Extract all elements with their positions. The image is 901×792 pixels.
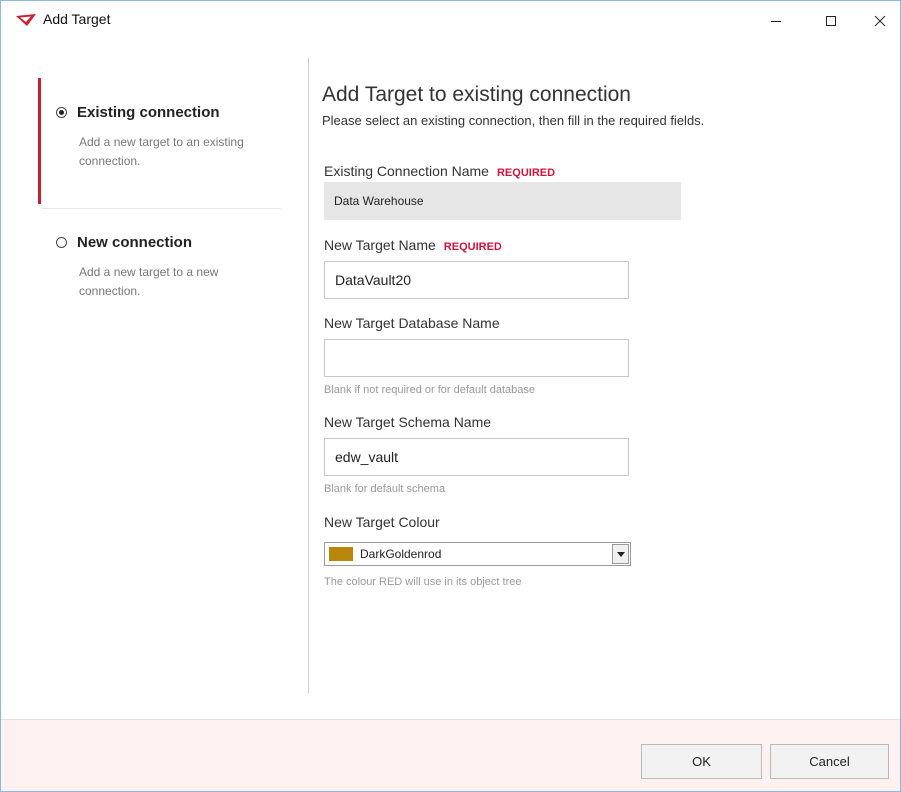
window-title: Add Target (43, 11, 111, 27)
form-heading: Add Target to existing connection (322, 83, 631, 106)
dropdown-arrow-button[interactable] (612, 544, 629, 564)
close-button[interactable] (857, 1, 900, 41)
minimize-icon (771, 21, 781, 22)
required-badge: REQUIRED (443, 241, 502, 253)
maximize-button[interactable] (808, 1, 854, 41)
colour-select[interactable]: DarkGoldenrod (324, 542, 631, 566)
radio-existing-connection[interactable] (56, 107, 67, 118)
radio-new-connection[interactable] (56, 237, 67, 248)
option-new-connection-description: Add a new target to a new connection. (79, 265, 219, 298)
minimize-button[interactable] (753, 1, 799, 41)
option-existing-connection[interactable]: Existing connection Add a new target to … (56, 104, 269, 171)
option-divider (41, 208, 281, 209)
database-name-input[interactable] (324, 339, 629, 377)
target-name-label: New Target Name REQUIRED (324, 237, 502, 253)
chevron-down-icon (616, 551, 625, 557)
required-badge: REQUIRED (496, 167, 556, 179)
schema-name-hint: Blank for default schema (324, 483, 446, 495)
dialog-footer (1, 719, 900, 791)
target-name-label-text: New Target Name (324, 237, 436, 253)
close-icon (874, 15, 886, 27)
colour-select-value: DarkGoldenrod (360, 547, 442, 561)
ok-button[interactable]: OK (641, 744, 762, 779)
selected-option-indicator (38, 78, 41, 204)
target-name-input[interactable] (324, 261, 629, 299)
title-bar: Add Target (1, 1, 900, 41)
option-new-connection-label: New connection (77, 234, 193, 251)
schema-name-label: New Target Schema Name (324, 414, 492, 430)
colour-swatch (329, 547, 353, 561)
panel-separator (308, 58, 309, 693)
add-target-dialog: Add Target Existing connection Add a new… (0, 0, 901, 792)
app-logo-icon (16, 14, 36, 26)
schema-name-input[interactable] (324, 438, 629, 476)
colour-label: New Target Colour (324, 514, 440, 530)
option-existing-connection-description: Add a new target to an existing connecti… (79, 135, 244, 168)
form-subheading: Please select an existing connection, th… (322, 113, 705, 128)
colour-hint: The colour RED will use in its object tr… (324, 576, 522, 588)
cancel-button[interactable]: Cancel (770, 744, 889, 779)
existing-connection-field[interactable]: Data Warehouse (324, 182, 681, 220)
option-existing-connection-label: Existing connection (77, 104, 220, 121)
database-name-hint: Blank if not required or for default dat… (324, 384, 535, 396)
maximize-icon (826, 16, 836, 26)
existing-connection-label-text: Existing Connection Name (324, 163, 489, 179)
database-name-label: New Target Database Name (324, 315, 500, 331)
option-new-connection[interactable]: New connection Add a new target to a new… (56, 234, 269, 301)
existing-connection-label: Existing Connection Name REQUIRED (324, 163, 555, 179)
